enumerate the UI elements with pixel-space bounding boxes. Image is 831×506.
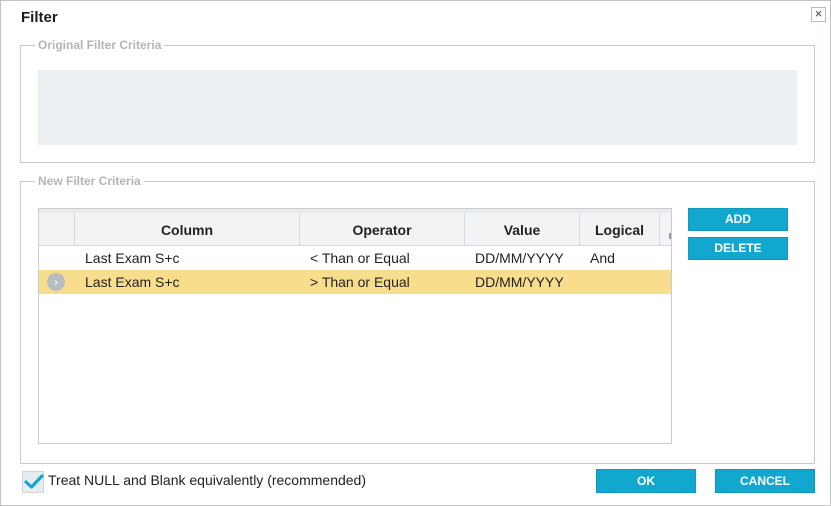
- cell-operator[interactable]: > Than or Equal: [300, 270, 465, 294]
- cell-logical[interactable]: And: [580, 246, 660, 270]
- cell-value[interactable]: DD/MM/YYYY: [465, 246, 580, 270]
- header-logical[interactable]: Logical: [580, 213, 660, 245]
- delete-button[interactable]: DELETE: [688, 237, 788, 260]
- chevron-right-icon: ›: [47, 273, 65, 291]
- check-icon: [24, 474, 44, 489]
- header-value[interactable]: Value: [465, 213, 580, 245]
- ok-button[interactable]: OK: [596, 469, 696, 493]
- header-column[interactable]: Column: [75, 213, 300, 245]
- filter-dialog: Filter × Original Filter Criteria New Fi…: [0, 0, 831, 506]
- cell-logical[interactable]: [580, 270, 660, 294]
- header-indicator-cell: [39, 213, 75, 245]
- grid-header: Column Operator Value Logical: [39, 213, 671, 246]
- add-button[interactable]: ADD: [688, 208, 788, 231]
- table-row-selected[interactable]: › Last Exam S+c > Than or Equal DD/MM/YY…: [39, 270, 671, 294]
- original-criteria-text: [38, 70, 797, 145]
- table-row[interactable]: Last Exam S+c < Than or Equal DD/MM/YYYY…: [39, 246, 671, 270]
- close-button[interactable]: ×: [811, 7, 826, 22]
- header-operator[interactable]: Operator: [300, 213, 465, 245]
- treat-null-label: Treat NULL and Blank equivalently (recom…: [48, 472, 367, 488]
- cell-value[interactable]: DD/MM/YYYY: [465, 270, 580, 294]
- header-overflow-marker: [669, 233, 671, 239]
- original-criteria-legend: Original Filter Criteria: [35, 38, 165, 52]
- new-criteria-legend: New Filter Criteria: [35, 174, 144, 188]
- close-icon: ×: [814, 6, 823, 21]
- cancel-button[interactable]: CANCEL: [715, 469, 815, 493]
- cell-column[interactable]: Last Exam S+c: [75, 246, 300, 270]
- treat-null-checkbox[interactable]: [22, 471, 44, 493]
- criteria-grid[interactable]: Column Operator Value Logical Last Exam …: [38, 208, 672, 444]
- dialog-title: Filter: [21, 9, 58, 26]
- cell-column[interactable]: Last Exam S+c: [75, 270, 300, 294]
- cell-operator[interactable]: < Than or Equal: [300, 246, 465, 270]
